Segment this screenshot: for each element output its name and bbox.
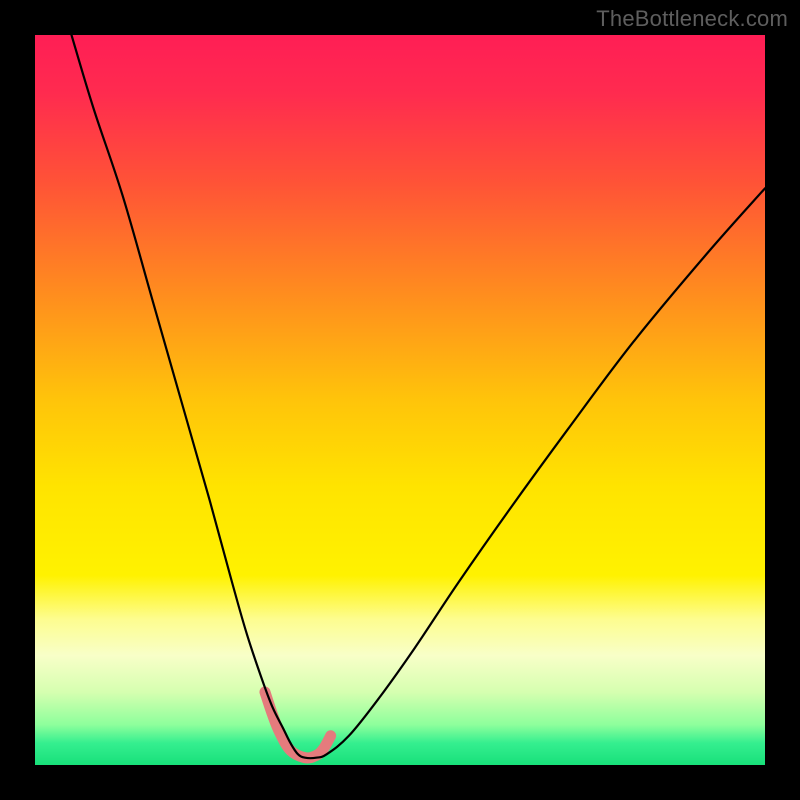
bottleneck-curve xyxy=(72,35,766,758)
watermark-text: TheBottleneck.com xyxy=(596,6,788,32)
curve-highlight xyxy=(265,692,331,758)
plot-area xyxy=(35,35,765,765)
curve-layer xyxy=(35,35,765,765)
